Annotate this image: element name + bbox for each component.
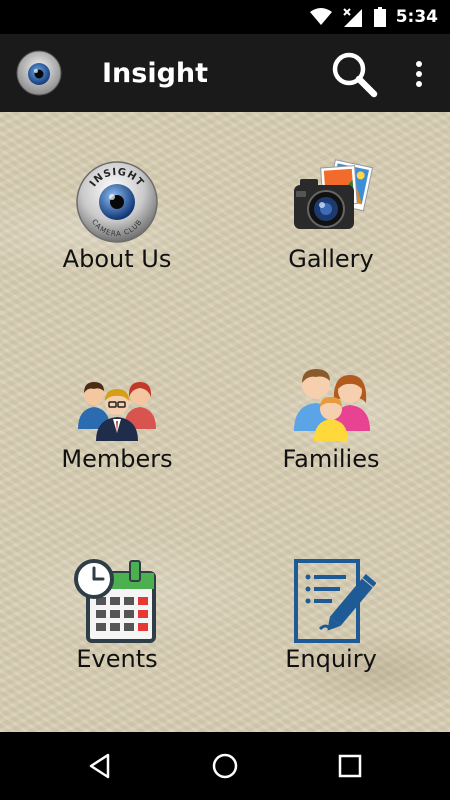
form-pen-icon: [286, 557, 377, 647]
app-logo[interactable]: [16, 50, 62, 96]
about-us-label: About Us: [62, 245, 172, 273]
battery-icon: [373, 7, 386, 27]
group-people-icon: [72, 357, 162, 447]
status-bar: 5:34: [0, 0, 450, 34]
app-bar: Insight: [0, 34, 450, 112]
enquiry-label: Enquiry: [285, 645, 377, 673]
about-us-tile[interactable]: INSIGHT CAMERA CLUB About Us: [17, 157, 217, 307]
overflow-menu-icon[interactable]: [404, 54, 434, 94]
wifi-icon: [309, 8, 332, 26]
events-label: Events: [76, 645, 158, 673]
back-icon[interactable]: [80, 746, 120, 786]
home-icon[interactable]: [205, 746, 245, 786]
status-time: 5:34: [395, 7, 438, 27]
cellular-no-signal-icon: [342, 7, 364, 27]
events-tile[interactable]: Events: [17, 557, 217, 707]
camera-photos-icon: [286, 157, 376, 247]
calendar-clock-icon: [72, 557, 162, 647]
app-title: Insight: [102, 58, 209, 89]
family-icon: [286, 357, 376, 447]
recents-icon[interactable]: [330, 746, 370, 786]
gallery-label: Gallery: [288, 245, 374, 273]
families-tile[interactable]: Families: [231, 357, 431, 507]
navigation-bar: [0, 732, 450, 800]
members-label: Members: [61, 445, 173, 473]
members-tile[interactable]: Members: [17, 357, 217, 507]
enquiry-tile[interactable]: Enquiry: [231, 557, 431, 707]
dashboard-grid: INSIGHT CAMERA CLUB About Us Gallery Mem…: [0, 112, 450, 732]
search-icon[interactable]: [330, 50, 378, 98]
families-label: Families: [282, 445, 380, 473]
insight-logo-icon: INSIGHT CAMERA CLUB: [72, 157, 162, 247]
gallery-tile[interactable]: Gallery: [231, 157, 431, 307]
